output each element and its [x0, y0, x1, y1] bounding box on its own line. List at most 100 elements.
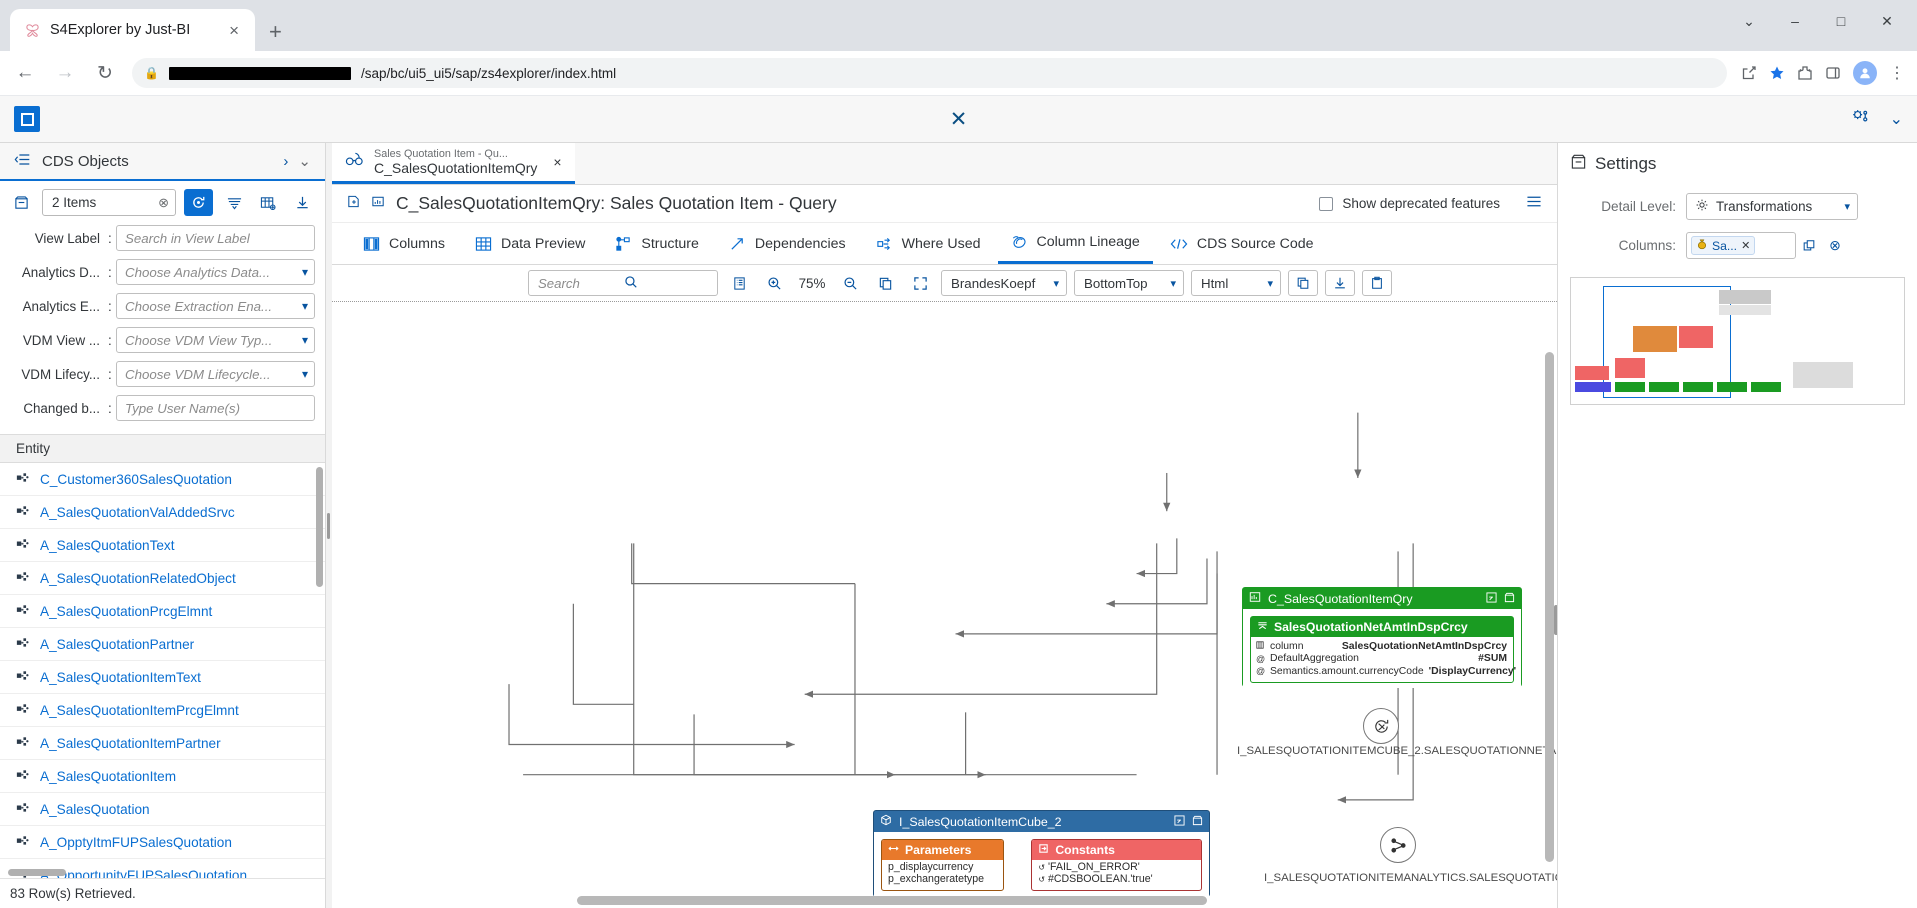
panel-icon[interactable] — [1192, 815, 1203, 829]
chevron-down-icon[interactable]: ▾ — [1170, 277, 1176, 290]
analytics-extraction-select[interactable]: Choose Extraction Ena... ▾ — [116, 293, 315, 319]
go-button[interactable] — [184, 189, 213, 216]
search-icon[interactable] — [624, 275, 710, 292]
chevron-down-icon[interactable]: ▾ — [302, 299, 308, 313]
shell-close-button[interactable]: ✕ — [950, 107, 968, 132]
entity-link[interactable]: A_SalesQuotationPartner — [40, 637, 194, 652]
chevron-down-icon[interactable]: ▾ — [302, 333, 308, 347]
list-item[interactable]: A_SalesQuotationItemPartner — [0, 727, 325, 760]
entity-link[interactable]: C_Customer360SalesQuotation — [40, 472, 232, 487]
list-item[interactable]: A_SalesQuotationItemText — [0, 661, 325, 694]
show-deprecated-toggle[interactable]: Show deprecated features — [1319, 194, 1543, 214]
tab-dependencies[interactable]: Dependencies — [716, 223, 859, 264]
browser-tab[interactable]: S4Explorer by Just-BI × — [10, 9, 255, 51]
list-item[interactable]: A_SalesQuotationPrcgElmnt — [0, 595, 325, 628]
group-parameters[interactable]: Parameters p_displaycurrency p_exchanger… — [881, 839, 1005, 891]
layout-engine-select[interactable]: BrandesKoepf ▾ — [941, 270, 1067, 296]
list-item[interactable]: C_Customer360SalesQuotation — [0, 463, 325, 496]
back-icon[interactable]: ← — [12, 60, 38, 86]
vdm-view-type-select[interactable]: Choose VDM View Typ... ▾ — [116, 327, 315, 353]
close-object-tab-icon[interactable]: × — [553, 154, 561, 170]
panel-icon[interactable] — [1504, 592, 1515, 606]
entity-link[interactable]: A_OpportunityFUPSalesQuotation — [40, 868, 247, 879]
duplicate-icon[interactable] — [1288, 270, 1318, 296]
list-item[interactable]: A_SalesQuotationPartner — [0, 628, 325, 661]
measure-sales-quotation-net-amt[interactable]: SalesQuotationNetAmtInDspCrcy column Sal… — [1250, 616, 1516, 683]
sidebar-vertical-scrollbar[interactable] — [316, 467, 323, 587]
minimize-button[interactable]: – — [1773, 6, 1817, 36]
canvas-vertical-scrollbar[interactable] — [1545, 352, 1554, 862]
entity-link[interactable]: A_SalesQuotationValAddedSrvc — [40, 505, 235, 520]
chevron-down-icon[interactable]: ▾ — [1267, 277, 1273, 290]
vdm-lifecycle-select[interactable]: Choose VDM Lifecycle... ▾ — [116, 361, 315, 387]
split-junction[interactable] — [1380, 827, 1416, 863]
format-select[interactable]: Html ▾ — [1191, 270, 1281, 296]
close-tab-icon[interactable]: × — [225, 20, 243, 41]
table-settings-icon[interactable] — [255, 190, 281, 216]
bookmark-star-icon[interactable] — [1769, 65, 1785, 81]
app-logo[interactable] — [14, 106, 40, 132]
clear-icon[interactable]: ⊗ — [158, 195, 169, 211]
clear-columns-icon[interactable]: ⊗ — [1822, 233, 1848, 259]
gear-network-icon[interactable] — [1851, 107, 1870, 131]
chevron-right-icon[interactable]: › — [283, 153, 288, 170]
chevron-down-icon[interactable]: ▾ — [1844, 200, 1850, 213]
list-item[interactable]: A_OpptyItmFUPSalesQuotation — [0, 826, 325, 859]
entity-link[interactable]: A_SalesQuotationText — [40, 538, 175, 553]
entity-link[interactable]: A_SalesQuotation — [40, 802, 150, 817]
search-input[interactable]: Search — [528, 270, 718, 296]
group-constants[interactable]: Constants ↺ 'FAIL_ON_ERROR' ↺ #CDSBOOLEA… — [1031, 839, 1202, 891]
navigate-back-icon[interactable] — [14, 152, 32, 171]
inspect-icon[interactable] — [1174, 814, 1185, 829]
entity-link[interactable]: A_SalesQuotationItem — [40, 769, 176, 784]
clipboard-icon[interactable] — [1362, 270, 1392, 296]
list-icon[interactable] — [1525, 194, 1543, 214]
list-item[interactable]: A_SalesQuotationItemPrcgElmnt — [0, 694, 325, 727]
analytics-icon[interactable] — [371, 194, 386, 213]
download-icon[interactable] — [1325, 270, 1355, 296]
zoom-out-icon[interactable] — [836, 270, 864, 296]
node-c-sales-quotation-item-qry[interactable]: C_SalesQuotationItemQry SalesQuotationNe… — [1242, 587, 1522, 688]
list-item[interactable]: A_SalesQuotationItem — [0, 760, 325, 793]
panel-icon[interactable] — [8, 190, 34, 216]
chevron-down-icon[interactable]: ▾ — [302, 367, 308, 381]
entity-link[interactable]: A_OpptyItmFUPSalesQuotation — [40, 835, 232, 850]
maximize-button[interactable]: □ — [1819, 6, 1863, 36]
chevron-down-icon[interactable]: ⌄ — [298, 152, 311, 170]
analytics-data-category-select[interactable]: Choose Analytics Data... ▾ — [116, 259, 315, 285]
add-to-favorites-icon[interactable] — [346, 194, 361, 213]
reload-icon[interactable]: ↻ — [92, 60, 118, 86]
chevron-down-icon[interactable]: ▾ — [1053, 277, 1059, 290]
download-icon[interactable] — [289, 190, 315, 216]
avatar[interactable] — [1853, 61, 1877, 85]
sort-icon[interactable] — [221, 190, 247, 216]
sidebar-horizontal-scrollbar[interactable] — [8, 869, 66, 876]
inspect-icon[interactable] — [1486, 591, 1497, 606]
tab-columns[interactable]: Columns — [350, 223, 458, 264]
list-item[interactable]: A_SalesQuotationText — [0, 529, 325, 562]
remove-token-icon[interactable]: ✕ — [1741, 239, 1750, 252]
object-tab[interactable]: Sales Quotation Item - Qu... C_SalesQuot… — [332, 143, 575, 184]
fullscreen-icon[interactable] — [906, 270, 934, 296]
items-count-input[interactable]: 2 Items ⊗ — [42, 189, 176, 216]
canvas-horizontal-scrollbar[interactable] — [577, 896, 1207, 905]
columns-token-input[interactable]: Sa... ✕ — [1686, 232, 1796, 259]
chevron-down-icon[interactable]: ▾ — [302, 265, 308, 279]
browser-menu-icon[interactable]: ⋮ — [1889, 63, 1905, 83]
tab-data-preview[interactable]: Data Preview — [462, 223, 598, 264]
list-item[interactable]: A_SalesQuotation — [0, 793, 325, 826]
diagram-overview-minimap[interactable] — [1570, 277, 1905, 405]
shell-collapse-icon[interactable]: ⌄ — [1890, 109, 1903, 129]
entity-link[interactable]: A_SalesQuotationItemPrcgElmnt — [40, 703, 239, 718]
entity-link[interactable]: A_SalesQuotationRelatedObject — [40, 571, 236, 586]
direction-select[interactable]: BottomTop ▾ — [1074, 270, 1184, 296]
tab-structure[interactable]: Structure — [602, 223, 712, 264]
close-window-button[interactable]: ✕ — [1865, 6, 1909, 36]
expand-icon[interactable] — [1796, 233, 1822, 259]
legend-icon[interactable] — [725, 270, 753, 296]
node-i-sales-quotation-item-cube-2[interactable]: I_SalesQuotationItemCube_2 Parameters p_… — [873, 810, 1210, 898]
new-tab-button[interactable]: + — [269, 21, 282, 43]
zoom-in-icon[interactable] — [760, 270, 788, 296]
tab-column-lineage[interactable]: Column Lineage — [997, 223, 1153, 264]
entity-list[interactable]: C_Customer360SalesQuotation A_SalesQuotat… — [0, 463, 325, 878]
